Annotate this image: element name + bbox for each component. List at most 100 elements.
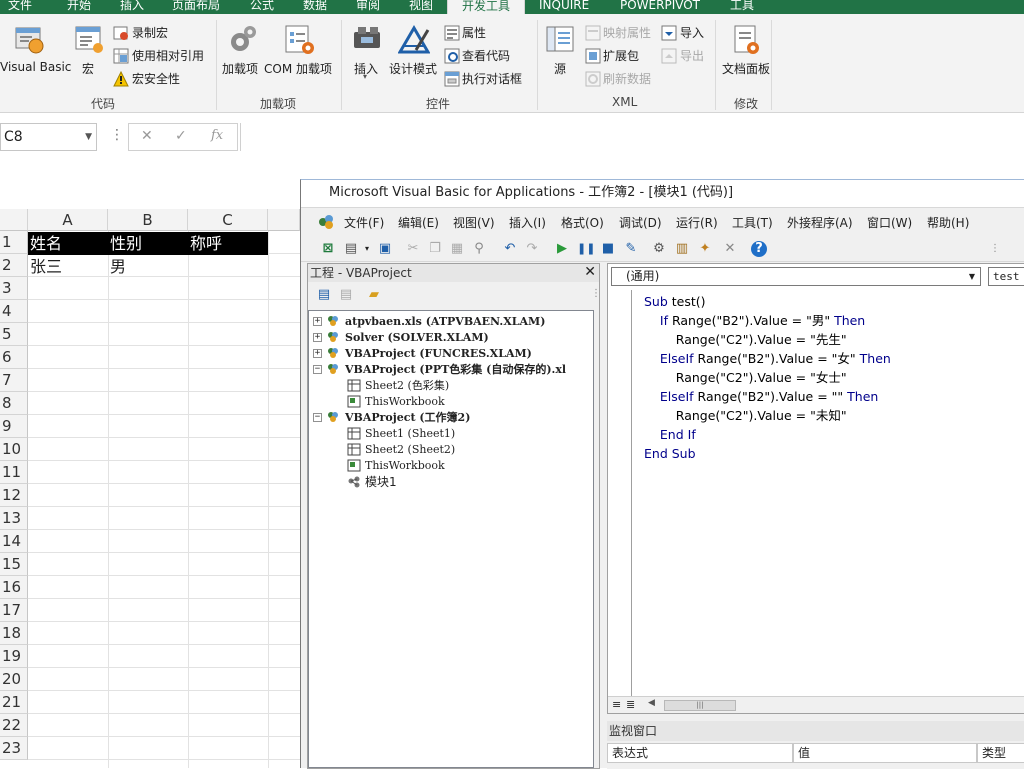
find-icon[interactable]: ⚲ [471,241,487,257]
code-margin[interactable] [608,290,632,696]
row-header[interactable]: 15 [0,553,28,576]
watch-column-expression[interactable]: 表达式 [607,743,793,763]
tree-item-ppt-colorset[interactable]: VBAProject (PPT色彩集 (自动保存的).xl [345,362,566,378]
undo-icon[interactable]: ↶ [502,241,518,257]
cell-b2[interactable]: 男 [108,255,188,278]
design-mode-icon[interactable]: ✎ [623,241,639,257]
expand-icon[interactable]: + [313,333,322,342]
reset-icon[interactable]: ■ [600,241,616,257]
cut-icon[interactable]: ✂ [405,241,421,257]
row-header[interactable]: 22 [0,714,28,737]
object-browser-icon[interactable]: ✦ [697,241,713,257]
insert-function-icon[interactable]: fx [211,128,223,143]
properties-window-icon[interactable]: ▥ [674,241,690,257]
view-object-icon[interactable]: ▤ [338,287,354,303]
addins-button[interactable]: 加载项 [222,60,258,77]
row-header[interactable]: 9 [0,415,28,438]
export-button[interactable]: 导出 [680,46,704,66]
import-button[interactable]: 导入 [680,23,704,43]
scrollbar-thumb[interactable]: ||| [664,700,736,711]
xml-source-icon[interactable] [545,24,577,59]
view-code-icon[interactable]: ▤ [316,287,332,303]
object-dropdown[interactable]: (通用) ▼ [611,267,981,286]
relative-reference-button[interactable]: 使用相对引用 [132,46,204,66]
macros-icon[interactable] [73,24,105,59]
com-addins-icon[interactable] [284,24,316,59]
addins-gear-icon[interactable] [226,24,258,59]
scroll-left-icon[interactable]: ◀ [648,698,655,708]
tree-item-atpvbaen[interactable]: atpvbaen.xls (ATPVBAEN.XLAM) [345,314,545,330]
tab-view[interactable]: 视图 [409,0,433,14]
tab-home[interactable]: 开始 [67,0,91,14]
project-explorer-icon[interactable]: ⚙ [651,241,667,257]
expand-icon[interactable]: + [313,317,322,326]
cell-c1[interactable]: 称呼 [188,232,268,255]
tab-powerpivot[interactable]: POWERPIVOT [620,0,700,14]
save-icon[interactable]: ▣ [377,241,393,257]
toolbox-icon[interactable]: ✕ [722,241,738,257]
column-header-d[interactable] [268,209,300,231]
document-panel-icon[interactable] [730,24,762,59]
formula-input[interactable] [240,123,1024,151]
menu-tools[interactable]: 工具(T) [732,214,773,231]
row-header[interactable]: 3 [0,277,28,300]
toggle-folders-icon[interactable]: ▰ [366,287,382,303]
tree-item-workbook2[interactable]: VBAProject (工作簿2) [345,410,470,426]
insert-control-icon[interactable] [352,24,384,59]
row-header[interactable]: 17 [0,599,28,622]
row-header[interactable]: 1 [0,231,28,254]
menu-addins[interactable]: 外接程序(A) [787,214,853,231]
name-box[interactable]: C8 ▼ [0,123,97,151]
row-header[interactable]: 7 [0,369,28,392]
procedure-dropdown[interactable]: test [988,267,1024,286]
column-header-a[interactable]: A [28,209,108,231]
expansion-packs-button[interactable]: 扩展包 [603,46,639,66]
watch-column-value[interactable]: 值 [793,743,977,763]
tree-item-thisworkbook[interactable]: ThisWorkbook [365,394,445,410]
expand-icon[interactable]: + [313,349,322,358]
tab-page-layout[interactable]: 页面布局 [172,0,220,14]
menu-file[interactable]: 文件(F) [344,214,384,231]
insert-dropdown-icon[interactable]: ▾ [359,241,375,257]
help-icon[interactable]: ? [751,241,767,257]
design-mode-button[interactable]: 设计模式 [389,60,437,77]
paste-icon[interactable]: ▦ [449,241,465,257]
chevron-down-icon[interactable]: ▼ [969,268,975,285]
full-module-view-icon[interactable]: ≣ [626,698,635,711]
menu-edit[interactable]: 编辑(E) [398,214,439,231]
tab-insert[interactable]: 插入 [120,0,144,14]
macro-security-button[interactable]: 宏安全性 [132,69,180,89]
chevron-down-icon[interactable]: ▼ [85,124,92,150]
macros-button[interactable]: 宏 [82,60,94,77]
cell-b1[interactable]: 性别 [108,232,188,255]
more-options-icon[interactable]: ⋮ [110,127,124,143]
tab-formulas[interactable]: 公式 [250,0,274,14]
tree-item-solver[interactable]: Solver (SOLVER.XLAM) [345,330,489,346]
tab-tools[interactable]: 工具 [730,0,754,14]
xml-source-button[interactable]: 源 [554,60,566,77]
select-all-corner[interactable] [0,209,28,231]
tree-item-sheet2[interactable]: Sheet2 (Sheet2) [365,442,455,458]
record-macro-button[interactable]: 录制宏 [132,23,168,43]
menu-help[interactable]: 帮助(H) [927,214,969,231]
refresh-data-button[interactable]: 刷新数据 [603,69,651,89]
code-editor[interactable]: Sub test() If Range("B2").Value = "男" Th… [644,292,1024,692]
row-header[interactable]: 13 [0,507,28,530]
design-mode-icon[interactable] [397,24,431,59]
horizontal-scrollbar[interactable]: ≡ ≣ ◀ ||| [608,696,1024,713]
visual-basic-icon[interactable] [14,24,46,59]
row-header[interactable]: 11 [0,461,28,484]
row-header[interactable]: 12 [0,484,28,507]
collapse-icon[interactable]: − [313,413,322,422]
toolbar-overflow-icon[interactable]: ⋮ [987,241,1003,257]
tree-item-funcres[interactable]: VBAProject (FUNCRES.XLAM) [345,346,532,362]
row-header[interactable]: 23 [0,737,28,760]
insert-userform-icon[interactable]: ▤ [343,241,359,257]
row-header[interactable]: 16 [0,576,28,599]
row-header[interactable]: 19 [0,645,28,668]
row-header[interactable]: 8 [0,392,28,415]
watch-column-type[interactable]: 类型 [977,743,1024,763]
tree-item-thisworkbook-2[interactable]: ThisWorkbook [365,458,445,474]
copy-icon[interactable]: ❐ [427,241,443,257]
collapse-icon[interactable]: − [313,365,322,374]
